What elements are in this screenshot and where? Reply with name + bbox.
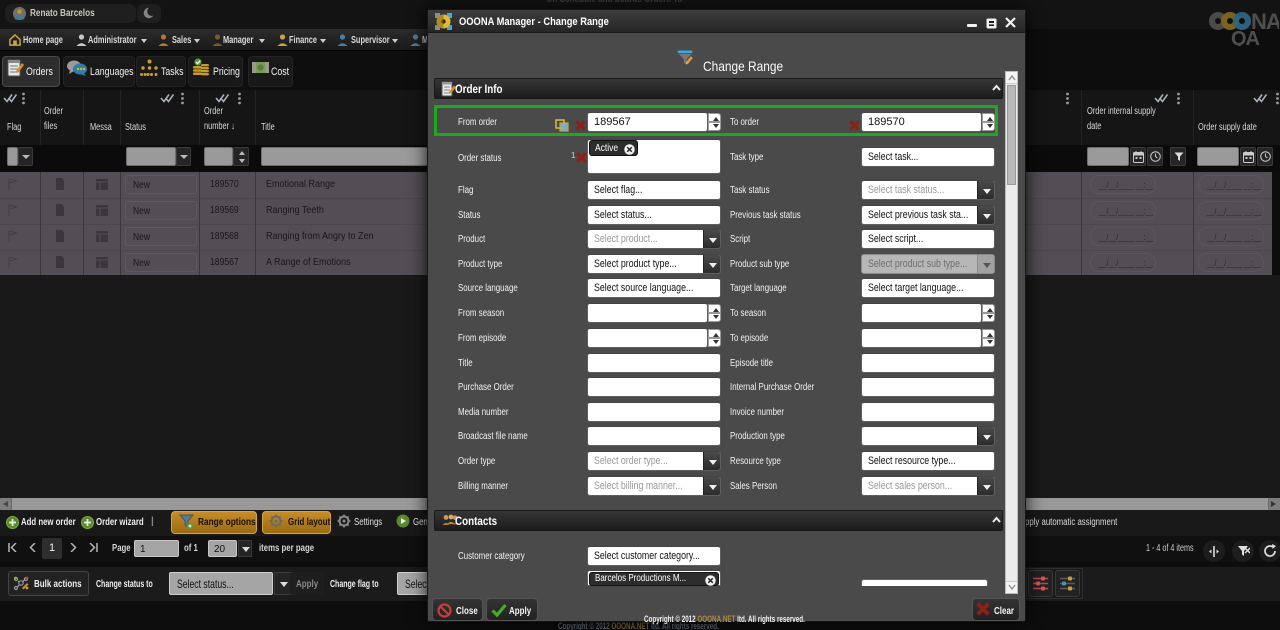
svg-text:QA: QA bbox=[1231, 28, 1260, 46]
